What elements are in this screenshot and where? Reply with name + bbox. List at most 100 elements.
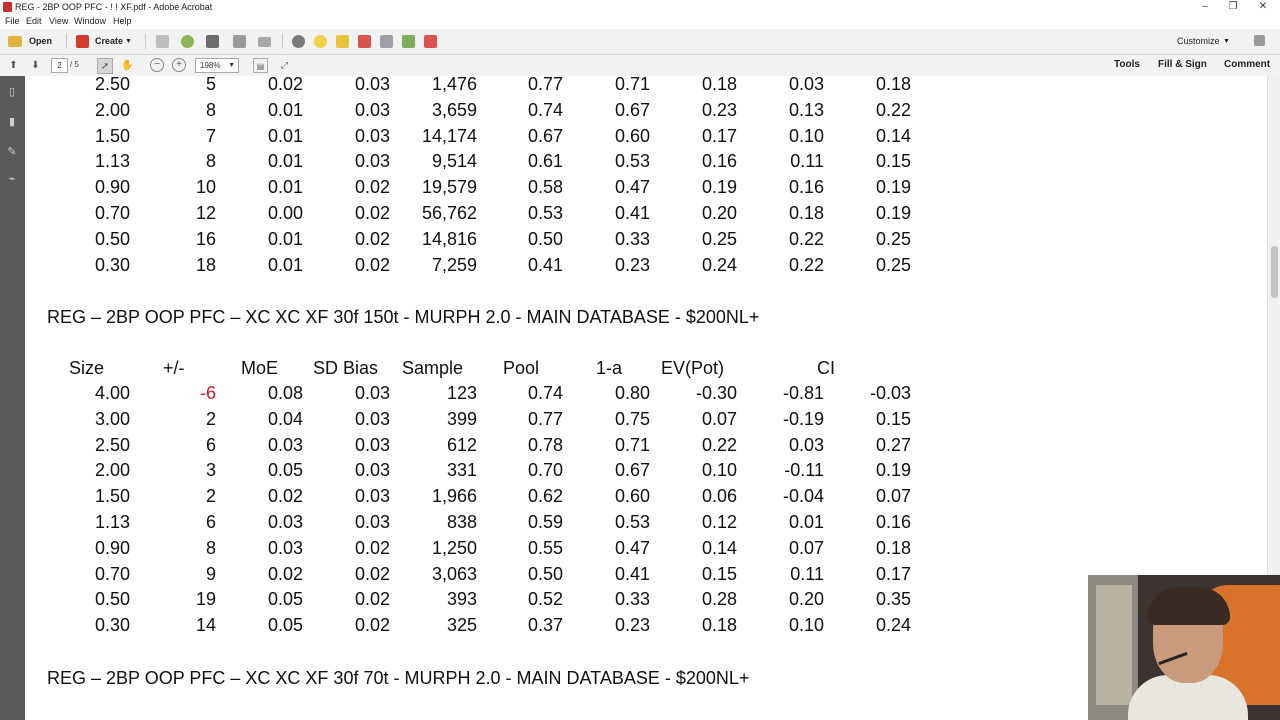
create-dropdown-icon[interactable]: ▼ [125, 33, 132, 50]
restore-button[interactable]: ❐ [1219, 0, 1247, 15]
export-icon[interactable] [402, 35, 415, 48]
webcam-person-hair [1148, 587, 1230, 625]
document-page: 2.50 5 0.02 0.03 1,476 0.77 0.71 0.18 0.03 0.18 2.… [25, 76, 1267, 720]
menu-view[interactable]: View [49, 16, 68, 26]
minimize-button[interactable]: – [1191, 0, 1219, 15]
table-cell: -0.19 [782, 408, 824, 429]
table-cell: 0.35 [875, 589, 911, 610]
table-cell: 0.53 [614, 151, 650, 172]
signature-icon[interactable]: ✎ [6, 146, 18, 158]
table-cell: 0.58 [527, 177, 563, 198]
menu-file[interactable]: File [5, 16, 20, 26]
expand-icon[interactable] [1254, 35, 1265, 46]
menu-help[interactable]: Help [113, 16, 132, 26]
table-cell: 0.18 [875, 537, 911, 558]
attach-icon[interactable] [380, 35, 393, 48]
table-cell: 0.02 [354, 254, 390, 275]
menu-edit[interactable]: Edit [26, 16, 42, 26]
open-button[interactable]: Open [29, 33, 52, 50]
table-cell: 0.08 [267, 383, 303, 403]
comment-bubble-icon[interactable] [314, 35, 327, 48]
column-header: Pool [503, 358, 540, 378]
comment-link[interactable]: Comment [1224, 59, 1270, 70]
zoom-level-select[interactable]: 198% ▼ [195, 58, 239, 73]
table-cell: 0.33 [614, 589, 650, 610]
create-pdf-icon [76, 35, 89, 48]
print-icon[interactable] [206, 35, 219, 48]
save-icon[interactable] [156, 35, 169, 48]
close-button[interactable]: ✕ [1249, 0, 1277, 15]
tools-link[interactable]: Tools [1114, 59, 1140, 70]
table-cell: 0.02 [354, 537, 390, 558]
table-cell: 0.15 [875, 408, 911, 429]
table-cell: 0.75 [614, 408, 650, 429]
column-header: EV(Pot) [661, 358, 725, 378]
upload-cloud-icon[interactable] [181, 35, 194, 48]
table-cell: 18 [195, 254, 216, 275]
customize-dropdown-icon[interactable]: ▼ [1223, 33, 1230, 50]
table-cell: 0.74 [527, 383, 563, 403]
highlight-icon[interactable] [336, 35, 349, 48]
fit-page-icon[interactable]: ▤ [253, 58, 268, 73]
folder-icon [8, 36, 22, 47]
table-cell: 0.02 [267, 563, 303, 584]
table-cell: 0.19 [875, 203, 911, 223]
table-cell: 0.59 [527, 512, 563, 532]
table-cell: 0.02 [354, 177, 390, 198]
table-cell: 0.05 [267, 589, 303, 610]
table-cell: 0.15 [875, 151, 911, 172]
tag-icon[interactable]: ⌁ [6, 173, 18, 185]
table-cell: 0.41 [614, 203, 650, 223]
table-cell: 0.03 [354, 512, 390, 532]
table-cell: 0.03 [267, 434, 303, 455]
table-cell: 0.23 [701, 99, 737, 120]
edit-icon[interactable] [233, 35, 246, 48]
select-tool-icon[interactable]: ➚ [97, 58, 113, 74]
stamp-icon[interactable] [358, 35, 371, 48]
table-cell: 0.70 [94, 203, 130, 223]
main-toolbar: Open Create ▼ Customize ▼ [0, 29, 1280, 55]
fit-width-icon[interactable]: ⤢ [277, 58, 292, 73]
table-cell: 5 [205, 76, 216, 94]
menu-window[interactable]: Window [74, 16, 106, 26]
table-cell: 0.15 [701, 563, 737, 584]
table-cell: 0.03 [788, 76, 824, 94]
table-cell: 2 [205, 408, 216, 429]
table-cell: 16 [195, 228, 216, 249]
page-number-input[interactable]: 2 [51, 58, 68, 73]
table-cell: 0.16 [875, 512, 911, 532]
table-cell: 0.50 [527, 563, 563, 584]
hand-tool-icon[interactable]: ✋ [120, 58, 135, 73]
table-cell: 0.24 [701, 254, 737, 275]
table-cell: 1,966 [431, 486, 477, 507]
table-cell: -0.03 [869, 383, 911, 403]
table-cell: 0.19 [875, 460, 911, 481]
zoom-out-icon[interactable]: − [150, 58, 164, 72]
email-icon[interactable] [258, 37, 271, 47]
table-cell: 0.03 [354, 434, 390, 455]
scrollbar-thumb[interactable] [1271, 246, 1278, 298]
zoom-in-icon[interactable]: + [172, 58, 186, 72]
table-cell: 1.50 [94, 486, 130, 507]
previous-page-icon[interactable]: ⬆ [6, 58, 21, 73]
table-cell: 0.02 [267, 76, 303, 94]
table-cell: 0.03 [354, 408, 390, 429]
table-cell: 2 [205, 486, 216, 507]
customize-button[interactable]: Customize [1177, 33, 1220, 50]
zoom-level-value: 198% [200, 61, 221, 70]
next-page-icon[interactable]: ⬇ [28, 58, 43, 73]
table-cell: 612 [446, 434, 477, 455]
table-cell: 325 [446, 615, 477, 636]
table-cell: 0.01 [267, 125, 303, 146]
toolbar-divider [145, 34, 146, 49]
fill-sign-link[interactable]: Fill & Sign [1158, 59, 1207, 70]
bookmarks-icon[interactable]: ▮ [6, 116, 18, 128]
table-cell: 0.18 [701, 76, 737, 94]
webcam-window [1096, 585, 1132, 705]
create-button[interactable]: Create [95, 33, 123, 50]
redact-icon[interactable] [424, 35, 437, 48]
table-cell: 0.70 [94, 563, 130, 584]
table-cell: 0.04 [267, 408, 303, 429]
page-thumbnails-icon[interactable]: ▯ [6, 86, 18, 98]
settings-icon[interactable] [292, 35, 305, 48]
